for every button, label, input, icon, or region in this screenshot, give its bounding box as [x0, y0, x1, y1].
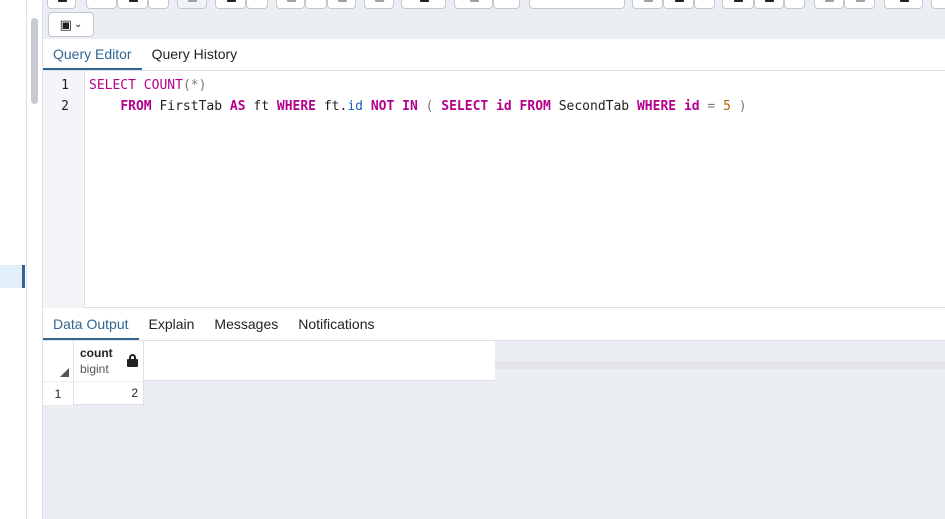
column-id-where: id [683, 99, 700, 114]
filter-button[interactable] [364, 0, 394, 9]
line-number-gutter: 1 2 [43, 71, 85, 308]
explain-button[interactable] [529, 0, 625, 9]
keyword-from: FROM [120, 99, 152, 114]
macros-dropdown-button[interactable]: ▣ ⌄ [48, 12, 94, 37]
execute-dropdown-button[interactable] [493, 0, 520, 9]
object-browser-scrollbar[interactable] [31, 18, 38, 104]
tab-messages[interactable]: Messages [204, 309, 288, 340]
keyword-in: IN [402, 99, 418, 114]
open-file-button[interactable] [47, 0, 76, 9]
output-tabbar: Data Output Explain Messages Notificatio… [43, 309, 945, 341]
row-number[interactable]: 1 [43, 382, 74, 405]
table-row[interactable]: 1 2 [43, 382, 144, 405]
operator-equals: = [707, 99, 716, 114]
paren-open: ( [425, 99, 434, 114]
column-name: count [80, 346, 113, 360]
keyword-not: NOT [370, 99, 395, 114]
paren-close: ) [738, 99, 747, 114]
grid-header-row: count bigint [43, 341, 495, 381]
tab-query-editor[interactable]: Query Editor [43, 39, 142, 70]
edit-button[interactable] [177, 0, 207, 9]
download-dropdown-button[interactable] [784, 0, 805, 9]
select-all-cell[interactable] [43, 341, 74, 381]
keyword-as: AS [229, 99, 246, 114]
grid-horizontal-scrollbar[interactable] [495, 361, 945, 369]
tab-data-output[interactable]: Data Output [43, 309, 139, 340]
table-name: FirstTab [159, 99, 223, 114]
line-number: 2 [61, 99, 69, 114]
save-as-button[interactable] [117, 0, 148, 9]
find-button[interactable] [215, 0, 246, 9]
macro-icon: ▣ [59, 16, 72, 32]
query-tabbar: Query Editor Query History [43, 39, 945, 71]
macros-button[interactable] [814, 0, 844, 9]
query-toolbar [43, 0, 945, 39]
number-literal: 5 [723, 99, 731, 114]
more-button[interactable] [931, 0, 945, 9]
help-button[interactable] [884, 0, 923, 9]
column-header-count[interactable]: count bigint [74, 341, 144, 381]
paste-button[interactable] [305, 0, 327, 9]
function-count: COUNT [143, 78, 183, 93]
column-type: bigint [80, 362, 109, 376]
sql-editor[interactable]: 1 2 SELECT COUNT(*) FROM FirstTab AS ft … [43, 71, 945, 308]
cell-count[interactable]: 2 [74, 382, 144, 405]
object-browser-selected-item[interactable] [0, 265, 25, 288]
code-line-1[interactable]: SELECT COUNT(*) [89, 78, 206, 93]
keyword-from-sub: FROM [519, 99, 551, 114]
pgadmin-query-tool: ▣ ⌄ Query Editor Query History 1 2 SELEC… [0, 0, 945, 519]
keyword-where: WHERE [276, 99, 317, 114]
table-alias: ft [253, 99, 270, 114]
save-dropdown-button[interactable] [148, 0, 169, 9]
function-args: (*) [182, 78, 207, 93]
lock-icon [127, 354, 138, 367]
rollback-button[interactable] [694, 0, 715, 9]
download-button[interactable] [754, 0, 784, 9]
object-browser-panel [0, 0, 27, 519]
column-id: id [347, 99, 363, 114]
chevron-down-icon: ⌄ [73, 19, 83, 30]
select-all-icon [60, 368, 69, 377]
find-dropdown-button[interactable] [246, 0, 268, 9]
copy-button[interactable] [276, 0, 305, 9]
explain-analyze-button[interactable] [632, 0, 663, 9]
line-number: 1 [61, 78, 69, 93]
code-line-2[interactable]: FROM FirstTab AS ft WHERE ft.id NOT IN (… [89, 99, 747, 114]
alias-reference: ft. [323, 99, 348, 114]
execute-button[interactable] [454, 0, 493, 9]
table-name-sub: SecondTab [558, 99, 630, 114]
keyword-where-sub: WHERE [636, 99, 677, 114]
column-id-sub: id [496, 99, 512, 114]
keyword-select-sub: SELECT [441, 99, 489, 114]
commit-button[interactable] [663, 0, 694, 9]
limit-button[interactable] [401, 0, 446, 9]
manage-macros-button[interactable] [844, 0, 875, 9]
tab-query-history[interactable]: Query History [142, 39, 248, 70]
keyword-select: SELECT [89, 78, 136, 93]
clear-button[interactable] [722, 0, 754, 9]
delete-button[interactable] [327, 0, 356, 9]
tab-explain[interactable]: Explain [139, 309, 205, 340]
data-output-grid: count bigint 1 2 [43, 341, 945, 519]
save-file-button[interactable] [86, 0, 117, 9]
tab-notifications[interactable]: Notifications [288, 309, 384, 340]
